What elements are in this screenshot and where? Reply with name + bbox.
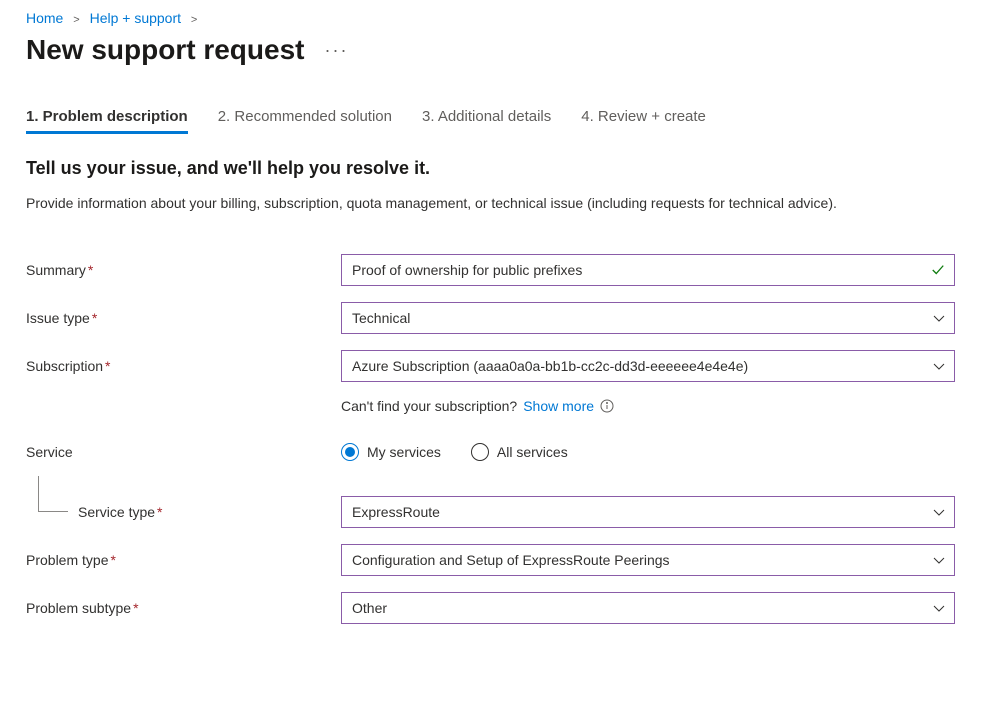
breadcrumb-separator: > [191, 14, 197, 26]
issue-type-select[interactable]: Technical [341, 302, 955, 334]
page-title: New support request [26, 34, 304, 66]
service-type-select[interactable]: ExpressRoute [341, 496, 955, 528]
service-type-label: Service type* [26, 504, 341, 520]
breadcrumb-help-support[interactable]: Help + support [90, 10, 181, 26]
radio-label: All services [497, 444, 568, 460]
section-subtext: Provide information about your billing, … [26, 193, 946, 214]
breadcrumb: Home > Help + support > [26, 10, 955, 26]
section-heading: Tell us your issue, and we'll help you r… [26, 158, 955, 179]
tab-recommended-solution[interactable]: 2. Recommended solution [218, 108, 392, 134]
summary-input[interactable] [341, 254, 955, 286]
more-actions-button[interactable]: ··· [324, 40, 348, 61]
subscription-select[interactable]: Azure Subscription (aaaa0a0a-bb1b-cc2c-d… [341, 350, 955, 382]
radio-unselected-icon [471, 443, 489, 461]
show-more-link[interactable]: Show more [523, 398, 594, 414]
problem-type-select[interactable]: Configuration and Setup of ExpressRoute … [341, 544, 955, 576]
problem-subtype-select[interactable]: Other [341, 592, 955, 624]
breadcrumb-separator: > [73, 14, 79, 26]
tab-review-create[interactable]: 4. Review + create [581, 108, 706, 134]
subscription-label: Subscription* [26, 358, 341, 374]
radio-my-services[interactable]: My services [341, 443, 441, 461]
subscription-hint: Can't find your subscription? Show more [341, 398, 955, 414]
radio-all-services[interactable]: All services [471, 443, 568, 461]
tab-bar: 1. Problem description 2. Recommended so… [26, 108, 955, 134]
radio-selected-icon [341, 443, 359, 461]
info-icon[interactable] [600, 399, 614, 413]
tab-problem-description[interactable]: 1. Problem description [26, 108, 188, 134]
tree-connector-icon [38, 476, 68, 512]
tab-additional-details[interactable]: 3. Additional details [422, 108, 551, 134]
summary-label: Summary* [26, 262, 341, 278]
problem-subtype-label: Problem subtype* [26, 600, 341, 616]
radio-label: My services [367, 444, 441, 460]
issue-type-label: Issue type* [26, 310, 341, 326]
service-label: Service [26, 444, 341, 460]
breadcrumb-home[interactable]: Home [26, 10, 63, 26]
problem-type-label: Problem type* [26, 552, 341, 568]
